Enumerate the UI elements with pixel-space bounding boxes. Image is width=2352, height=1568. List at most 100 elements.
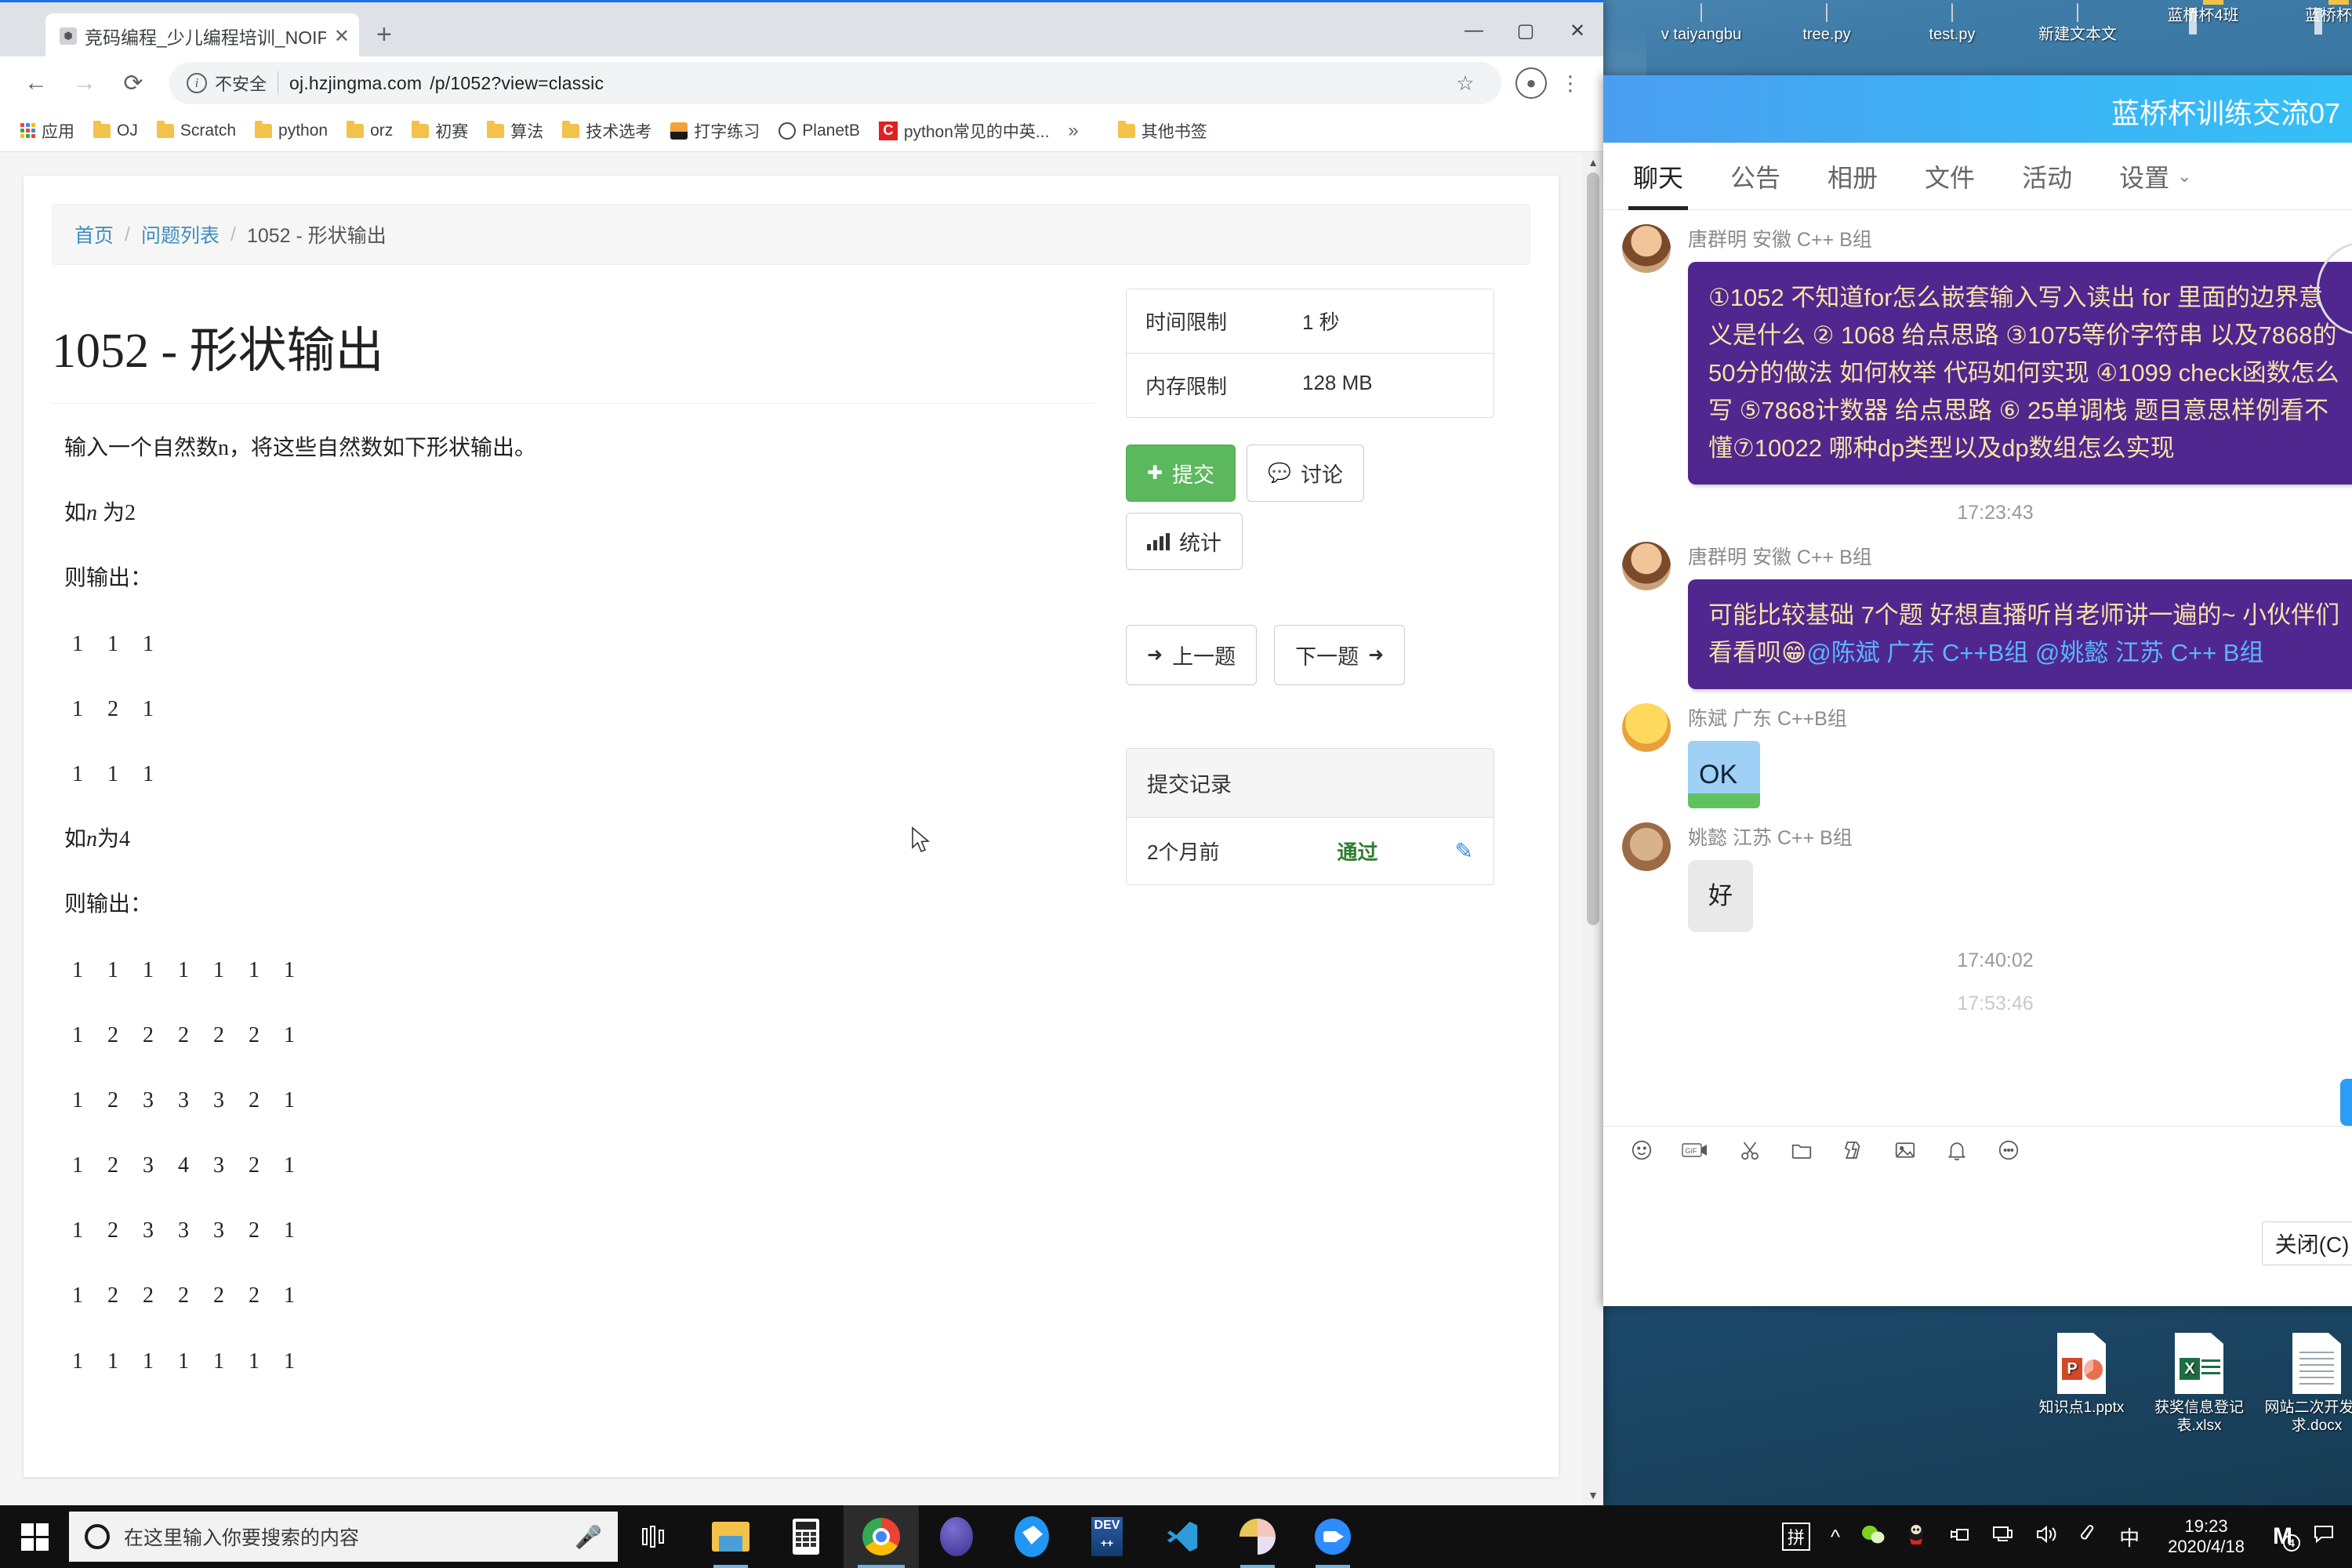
ime-pinyin-icon[interactable]: 拼 — [1781, 1523, 1810, 1551]
bookmark-other[interactable]: 其他书签 — [1110, 114, 1215, 147]
minimize-icon[interactable]: — — [1448, 2, 1500, 59]
bookmark-suanfa[interactable]: 算法 — [479, 114, 551, 147]
file-explorer-icon[interactable] — [693, 1505, 768, 1568]
info-icon[interactable]: i — [187, 73, 207, 93]
next-problem-button[interactable]: 下一题 ➜ — [1274, 625, 1406, 685]
stats-button[interactable]: 统计 — [1126, 513, 1243, 570]
bookmark-planetb[interactable]: PlanetB — [771, 117, 868, 145]
bookmark-oj[interactable]: OJ — [85, 117, 146, 145]
scroll-down-icon[interactable]: ▼ — [1583, 1485, 1603, 1505]
scroll-up-icon[interactable]: ▲ — [1583, 152, 1603, 172]
qq-icon[interactable] — [1906, 1523, 1926, 1552]
mcafee-icon[interactable]: M 4 — [2273, 1523, 2300, 1552]
calculator-icon[interactable] — [768, 1505, 844, 1568]
discuss-button[interactable]: 💬 讨论 — [1247, 445, 1364, 502]
bookmark-scratch[interactable]: Scratch — [149, 117, 244, 145]
avatar[interactable] — [1622, 703, 1671, 753]
profile-avatar[interactable]: ● — [1515, 67, 1547, 99]
tab-announcement[interactable]: 公告 — [1707, 143, 1804, 210]
taskbar-clock[interactable]: 19:23 2020/4/18 — [2160, 1516, 2252, 1557]
network-icon[interactable] — [1991, 1523, 2014, 1551]
notification-icon[interactable] — [2313, 1523, 2335, 1551]
breadcrumb-problem-list[interactable]: 问题列表 — [141, 220, 220, 249]
tab-chat[interactable]: 聊天 — [1610, 143, 1707, 210]
dingtalk-icon[interactable] — [919, 1505, 994, 1568]
wechat-icon[interactable] — [1860, 1523, 1886, 1551]
avatar[interactable] — [1622, 822, 1671, 872]
tab-activities[interactable]: 活动 — [1998, 143, 2096, 210]
avatar[interactable] — [1622, 224, 1671, 273]
bookmark-jishuxuankao[interactable]: 技术选考 — [554, 114, 659, 147]
limit-key: 时间限制 — [1145, 310, 1228, 334]
chat-mentions[interactable]: @陈斌 广东 C++B组 @姚懿 江苏 C++ B组 — [1806, 639, 2263, 666]
example-2-line: 1 1 1 1 1 1 1 — [72, 957, 304, 982]
start-button[interactable] — [0, 1505, 69, 1568]
close-icon[interactable]: ✕ — [334, 25, 350, 48]
bookmark-orz[interactable]: orz — [339, 117, 401, 145]
breadcrumb-home[interactable]: 首页 — [74, 220, 114, 249]
photos-icon[interactable] — [1220, 1505, 1295, 1568]
chat-timestamp: 17:40:02 — [1957, 949, 2034, 972]
desktop-icon[interactable]: v taiyangbu — [1639, 3, 1764, 44]
browser-menu-icon[interactable]: ⋮ — [1552, 71, 1589, 96]
table-row[interactable]: 2个月前 通过 ✎ — [1127, 818, 1494, 884]
more-icon[interactable] — [1997, 1138, 2020, 1162]
avatar[interactable] — [1622, 542, 1671, 591]
address-bar[interactable]: i 不安全 oj.hzjingma.com/p/1052?view=classi… — [169, 62, 1501, 104]
plug-icon[interactable] — [1947, 1523, 1970, 1551]
tab-settings[interactable]: 设置 ⌄ — [2096, 143, 2215, 210]
submit-button[interactable]: ✚ 提交 — [1126, 445, 1236, 502]
page-scrollbar[interactable]: ▲ ▼ — [1583, 152, 1603, 1505]
desktop-icon[interactable]: 蓝桥杯4班 — [2140, 3, 2266, 44]
back-icon[interactable]: ← — [14, 61, 58, 105]
chat-message-list[interactable]: 唐群明 安徽 C++ B组 ①1052 不知道for怎么嵌套输入写入读出 for… — [1603, 210, 2352, 1126]
folder-icon[interactable] — [1790, 1138, 1813, 1162]
chrome-icon[interactable] — [844, 1505, 919, 1568]
shake-icon[interactable] — [1842, 1138, 1865, 1162]
bookmarks-overflow-icon[interactable]: » — [1060, 120, 1086, 142]
desktop-icon-docx[interactable]: 网站二次开发需求.docx — [2258, 1333, 2352, 1435]
scissors-icon[interactable] — [1738, 1138, 1762, 1162]
bookmark-python[interactable]: python — [247, 117, 336, 145]
ime-lang-icon[interactable]: 中 — [2119, 1523, 2140, 1552]
close-button[interactable]: 关闭(C) — [2262, 1221, 2352, 1265]
microphone-icon[interactable]: 🎤 — [575, 1524, 602, 1550]
zoom-icon[interactable] — [1295, 1505, 1370, 1568]
desktop-icon[interactable]: tree.py — [1764, 3, 1889, 44]
search-input[interactable]: 在这里输入你要搜索的内容 🎤 — [69, 1512, 618, 1562]
scrollbar-thumb[interactable] — [1587, 172, 1599, 925]
maximize-icon[interactable]: ▢ — [1500, 2, 1552, 59]
desktop-icon-pptx[interactable]: P 知识点1.pptx — [2023, 1333, 2140, 1435]
volume-icon[interactable] — [2034, 1523, 2058, 1551]
tray-chevron-icon[interactable]: ^ — [1831, 1525, 1840, 1549]
bookmark-chusai[interactable]: 初赛 — [404, 114, 476, 147]
bookmark-label: 应用 — [42, 122, 74, 141]
edit-square-icon[interactable]: ✎ — [1455, 838, 1473, 864]
task-view-icon[interactable] — [618, 1505, 693, 1568]
image-icon[interactable] — [1893, 1138, 1917, 1162]
gif-icon[interactable]: GIF — [1682, 1140, 1710, 1160]
bookmark-star-icon[interactable]: ☆ — [1446, 71, 1484, 96]
new-tab-button[interactable]: + — [376, 21, 392, 48]
bookmark-typing[interactable]: 打字练习 — [662, 114, 768, 147]
forward-icon[interactable]: → — [63, 61, 107, 105]
bell-icon[interactable] — [1945, 1138, 1969, 1162]
bookmark-apps[interactable]: 应用 — [13, 114, 82, 147]
desktop-icon-xlsx[interactable]: X 获奖信息登记表.xlsx — [2140, 1333, 2258, 1435]
vscode-icon[interactable] — [1145, 1505, 1220, 1568]
close-icon[interactable]: ✕ — [1552, 2, 1603, 59]
tab-files[interactable]: 文件 — [1901, 143, 1998, 210]
browser-tab[interactable]: ⬢ 竞码编程_少儿编程培训_NOIP培 ✕ — [45, 13, 359, 59]
chat-footer: 关闭(C) — [1603, 1173, 2352, 1306]
desktop-icon[interactable]: 蓝桥杯 — [2266, 3, 2352, 44]
prev-problem-button[interactable]: ➜ 上一题 — [1126, 625, 1258, 685]
bookmark-python-terms[interactable]: C python常见的中英... — [871, 114, 1058, 147]
reload-icon[interactable]: ⟳ — [111, 61, 155, 105]
desktop-icon[interactable]: 新建文本文 — [2015, 3, 2140, 44]
tab-album[interactable]: 相册 — [1804, 143, 1901, 210]
dev-cpp-icon[interactable]: DEV ++ — [1069, 1505, 1145, 1568]
clip-icon[interactable] — [2078, 1523, 2099, 1551]
emoji-icon[interactable] — [1630, 1138, 1653, 1162]
wps-icon[interactable] — [994, 1505, 1069, 1568]
desktop-icon[interactable]: test.py — [1889, 3, 2015, 44]
